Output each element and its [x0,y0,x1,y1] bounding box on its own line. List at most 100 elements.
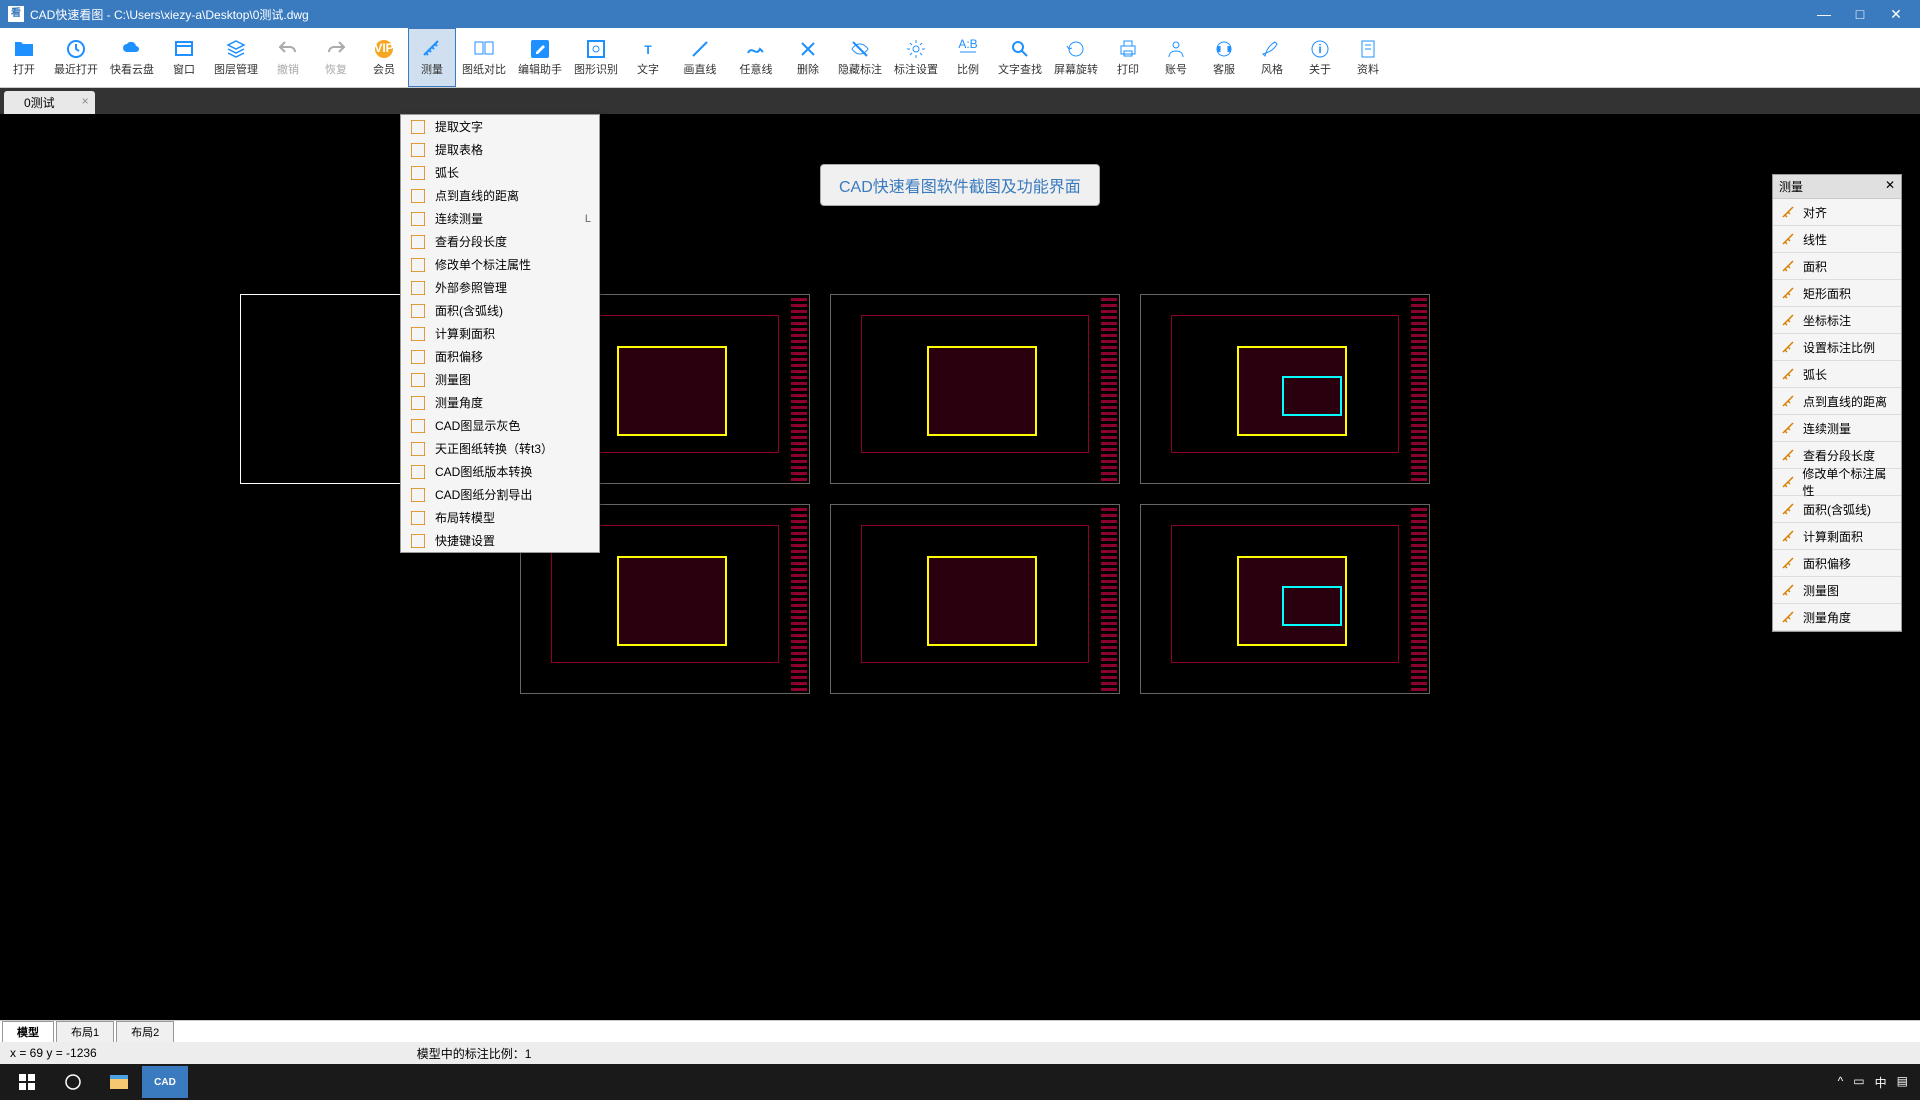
menu-item[interactable]: 修改单个标注属性 [401,253,599,276]
menu-item[interactable]: 测量角度 [401,391,599,414]
info-banner: CAD快速看图软件截图及功能界面 [820,164,1100,206]
panel-item[interactable]: 面积偏移 [1773,550,1901,577]
toolbar-recognize-button[interactable]: 图形识别 [568,28,624,87]
toolbar-cloud-button[interactable]: 快看云盘 [104,28,160,87]
tray-notification-icon[interactable]: ▤ [1897,1074,1908,1091]
toolbar-window-button[interactable]: 窗口 [160,28,208,87]
toolbar-style-button[interactable]: 风格 [1248,28,1296,87]
toolbar-settings-button[interactable]: 标注设置 [888,28,944,87]
menu-item[interactable]: CAD图纸分割导出 [401,483,599,506]
menu-item[interactable]: 快捷键设置 [401,529,599,552]
panel-item[interactable]: 坐标标注 [1773,307,1901,334]
panel-item-label: 坐标标注 [1803,312,1851,329]
start-button[interactable] [4,1066,50,1098]
toolbar-line-button[interactable]: 画直线 [672,28,728,87]
panel-item-icon [1779,312,1797,328]
panel-item[interactable]: 点到直线的距离 [1773,388,1901,415]
menu-item[interactable]: 面积偏移 [401,345,599,368]
drawing-tile[interactable] [830,504,1120,694]
menu-item[interactable]: 提取表格 [401,138,599,161]
menu-item[interactable]: 外部参照管理 [401,276,599,299]
drawing-canvas[interactable]: 提取文字提取表格弧长点到直线的距离连续测量L查看分段长度修改单个标注属性外部参照… [0,114,1920,1020]
toolbar-label: 画直线 [684,61,717,77]
toolbar-label: 图形识别 [574,61,618,77]
panel-item[interactable]: 设置标注比例 [1773,334,1901,361]
panel-close-icon[interactable]: ✕ [1885,178,1895,195]
panel-item[interactable]: 面积(含弧线) [1773,496,1901,523]
toolbar-hide-button[interactable]: 隐藏标注 [832,28,888,87]
menu-item[interactable]: 查看分段长度 [401,230,599,253]
tray-ime-icon[interactable]: 中 [1875,1074,1887,1091]
toolbar-layers-button[interactable]: 图层管理 [208,28,264,87]
toolbar-freeline-button[interactable]: 任意线 [728,28,784,87]
toolbar-docs-button[interactable]: 资料 [1344,28,1392,87]
toolbar-scale-button[interactable]: A:B比例 [944,28,992,87]
panel-item[interactable]: 弧长 [1773,361,1901,388]
panel-item-icon [1779,420,1797,436]
panel-item[interactable]: 线性 [1773,226,1901,253]
edit-icon [528,39,552,59]
cortana-button[interactable] [50,1066,96,1098]
toolbar-rotate-button[interactable]: 屏幕旋转 [1048,28,1104,87]
toolbar-redo-button[interactable]: 恢复 [312,28,360,87]
close-button[interactable]: ✕ [1880,4,1912,24]
menu-item[interactable]: 测量图 [401,368,599,391]
layout-tab[interactable]: 布局2 [116,1021,174,1042]
measure-panel: 测量 ✕ 对齐线性面积矩形面积坐标标注设置标注比例弧长点到直线的距离连续测量查看… [1772,174,1902,632]
settings-icon [904,39,928,59]
menu-item[interactable]: CAD图显示灰色 [401,414,599,437]
toolbar-folder-button[interactable]: 打开 [0,28,48,87]
panel-item[interactable]: 连续测量 [1773,415,1901,442]
panel-item[interactable]: 修改单个标注属性 [1773,469,1901,496]
toolbar-support-button[interactable]: 客服 [1200,28,1248,87]
toolbar-vip-button[interactable]: VIP会员 [360,28,408,87]
tray-chevron-icon[interactable]: ^ [1838,1074,1844,1091]
menu-item[interactable]: 点到直线的距离 [401,184,599,207]
cad-app-button[interactable]: CAD [142,1066,188,1098]
menu-item[interactable]: 连续测量L [401,207,599,230]
menu-item-icon [409,418,427,434]
menu-item[interactable]: 天正图纸转换（转t3） [401,437,599,460]
menu-item[interactable]: CAD图纸版本转换 [401,460,599,483]
maximize-button[interactable]: □ [1844,4,1876,24]
drawing-tile[interactable] [830,294,1120,484]
toolbar-find-button[interactable]: 文字查找 [992,28,1048,87]
explorer-button[interactable] [96,1066,142,1098]
toolbar-compare-button[interactable]: 图纸对比 [456,28,512,87]
toolbar-text-button[interactable]: T文字 [624,28,672,87]
toolbar-print-button[interactable]: 打印 [1104,28,1152,87]
panel-item[interactable]: 测量图 [1773,577,1901,604]
menu-item[interactable]: 面积(含弧线) [401,299,599,322]
toolbar-measure-button[interactable]: 测量 [408,28,456,87]
toolbar-about-button[interactable]: i关于 [1296,28,1344,87]
panel-item[interactable]: 矩形面积 [1773,280,1901,307]
drawing-tile[interactable] [1140,504,1430,694]
toolbar-undo-button[interactable]: 撤销 [264,28,312,87]
minimize-button[interactable]: — [1808,4,1840,24]
menu-item-label: CAD图纸版本转换 [435,463,591,480]
toolbar-delete-button[interactable]: 删除 [784,28,832,87]
menu-item[interactable]: 提取文字 [401,115,599,138]
scale-info: 模型中的标注比例：1 [417,1045,532,1062]
coords-readout: x = 69 y = -1236 [10,1046,97,1060]
menu-item[interactable]: 弧长 [401,161,599,184]
tab-close-icon[interactable]: × [82,94,89,108]
panel-item[interactable]: 面积 [1773,253,1901,280]
document-tab[interactable]: 0测试 × [4,91,95,114]
toolbar-label: 客服 [1213,61,1235,77]
menu-item[interactable]: 计算剩面积 [401,322,599,345]
panel-item-label: 连续测量 [1803,420,1851,437]
panel-item[interactable]: 测量角度 [1773,604,1901,631]
panel-item[interactable]: 对齐 [1773,199,1901,226]
tray-network-icon[interactable]: ▭ [1853,1074,1864,1091]
layout-tab[interactable]: 模型 [2,1021,54,1042]
toolbar-account-button[interactable]: 账号 [1152,28,1200,87]
toolbar-edit-button[interactable]: 编辑助手 [512,28,568,87]
layout-tab[interactable]: 布局1 [56,1021,114,1042]
panel-item[interactable]: 计算剩面积 [1773,523,1901,550]
toolbar-clock-button[interactable]: 最近打开 [48,28,104,87]
drawing-tile[interactable] [1140,294,1430,484]
panel-header[interactable]: 测量 ✕ [1773,175,1901,199]
menu-item-label: 计算剩面积 [435,325,591,342]
menu-item[interactable]: 布局转模型 [401,506,599,529]
